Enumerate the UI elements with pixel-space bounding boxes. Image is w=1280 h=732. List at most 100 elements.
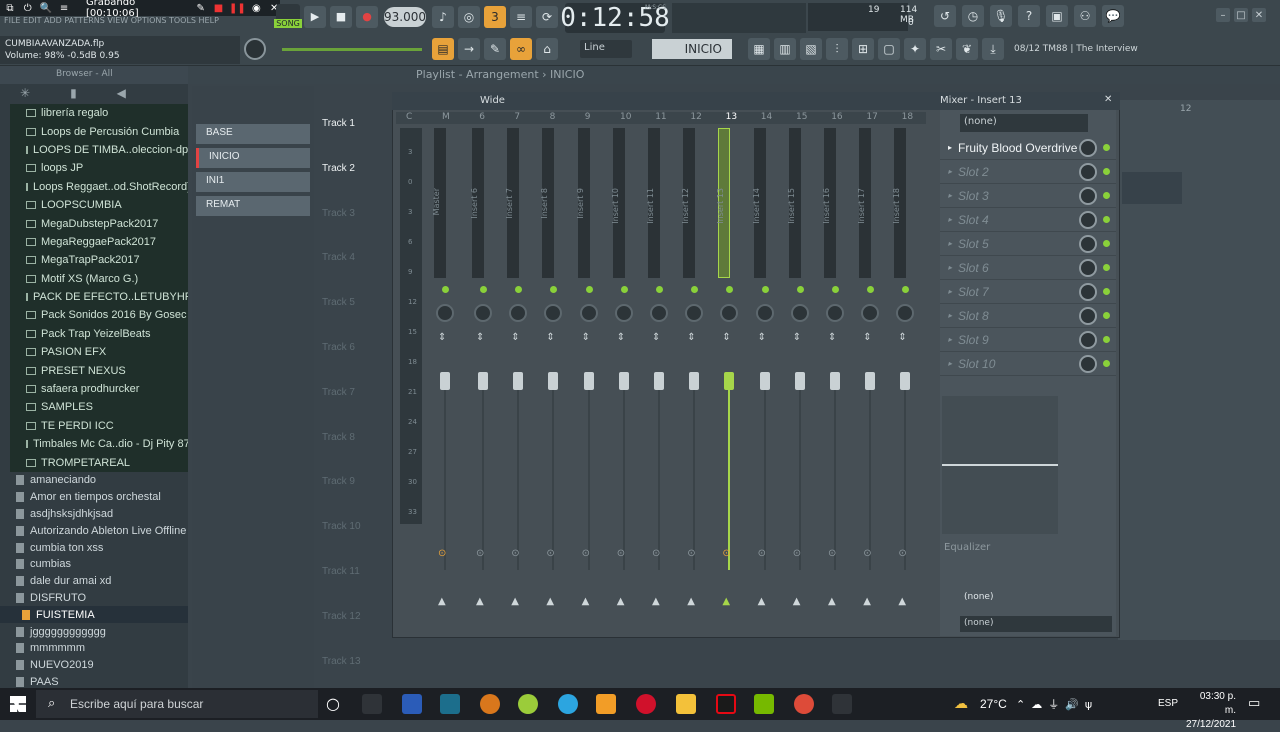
- send-arrow-icon[interactable]: ▲: [687, 596, 695, 607]
- mixer-strip[interactable]: ⇕ ⊙ ▲ Master: [430, 128, 464, 648]
- stereo-icon[interactable]: ⇕: [617, 332, 625, 343]
- mixer-strip[interactable]: ⇕ ⊙ ▲ Insert 18: [890, 128, 924, 648]
- pattern-clip[interactable]: [1122, 172, 1182, 204]
- midi-icon[interactable]: ⚇: [1074, 5, 1096, 27]
- send-arrow-icon[interactable]: ▲: [898, 596, 906, 607]
- browser-folder[interactable]: Motif XS (Marco G.): [10, 270, 188, 288]
- minimize-icon[interactable]: –: [1216, 8, 1230, 22]
- effect-slot[interactable]: ▸ Slot 9: [940, 328, 1116, 352]
- volume-fader[interactable]: [440, 372, 450, 390]
- volume-fader[interactable]: [618, 372, 629, 390]
- effect-slot[interactable]: ▸ Slot 8: [940, 304, 1116, 328]
- slot-mix-knob[interactable]: [1079, 138, 1097, 157]
- search-icon[interactable]: 🔍: [40, 1, 52, 15]
- volume-fader[interactable]: [865, 372, 876, 390]
- browser-folder[interactable]: PRESET NEXUS: [10, 361, 188, 379]
- mixer-strip[interactable]: ⇕ ⊙ ▲ Insert 6: [468, 128, 502, 648]
- mixer-strip[interactable]: ⇕ ⊙ ▲ Insert 14: [750, 128, 784, 648]
- telegram-icon[interactable]: [558, 694, 578, 714]
- mixer-view[interactable]: Wide: [480, 95, 505, 106]
- slot-enable-led[interactable]: [1103, 288, 1110, 295]
- plugin-icon[interactable]: ▢: [878, 38, 900, 60]
- strip-led[interactable]: [442, 286, 449, 293]
- mixer-strip[interactable]: ⇕ ⊙ ▲ Insert 11: [644, 128, 678, 648]
- volume-fader[interactable]: [724, 372, 735, 390]
- pattern-selector[interactable]: INICIO: [652, 39, 732, 59]
- browser-folder[interactable]: Loops Reggaet..od.ShotRecord): [10, 178, 188, 196]
- browser-file[interactable]: cumbias: [0, 556, 188, 573]
- slot-mix-knob[interactable]: [1079, 210, 1097, 229]
- help-icon[interactable]: ?: [1018, 5, 1040, 27]
- strip-led[interactable]: [691, 286, 699, 293]
- slot-mix-knob[interactable]: [1079, 258, 1097, 277]
- snap-select[interactable]: Line: [580, 40, 632, 58]
- volume-fader[interactable]: [478, 372, 488, 390]
- netflix-icon[interactable]: [716, 694, 736, 714]
- slot-enable-led[interactable]: [1103, 360, 1110, 367]
- browser-file[interactable]: Amor en tiempos orchestal: [0, 489, 188, 506]
- route-icon[interactable]: ⊙: [652, 548, 660, 559]
- stereo-icon[interactable]: ⇕: [511, 332, 519, 343]
- metronome-icon[interactable]: ♪: [432, 6, 454, 28]
- pen-icon[interactable]: ✎: [195, 1, 207, 15]
- slot-enable-led[interactable]: [1103, 168, 1110, 175]
- strip-led[interactable]: [515, 286, 523, 293]
- pan-knob[interactable]: [861, 304, 880, 322]
- mixer-strip[interactable]: ⇕ ⊙ ▲ Insert 7: [503, 128, 537, 648]
- route-icon[interactable]: ⊙: [546, 548, 554, 559]
- camera-icon[interactable]: ◉: [250, 1, 262, 15]
- bird-icon[interactable]: ❦: [956, 38, 978, 60]
- pan-knob[interactable]: [685, 304, 704, 322]
- effect-slot[interactable]: ▸ Fruity Blood Overdrive: [940, 136, 1116, 160]
- browser-folder[interactable]: PACK DE EFECTO..LETUBYHP TFM: [10, 288, 188, 306]
- pan-knob[interactable]: [826, 304, 844, 322]
- collapse-icon[interactable]: ✳: [20, 86, 30, 100]
- stereo-icon[interactable]: ⇕: [793, 332, 801, 343]
- track-header[interactable]: Track 2: [318, 157, 398, 202]
- slot-mix-knob[interactable]: [1079, 186, 1097, 205]
- news-ticker[interactable]: 08/12 TM88 | The Interview: [1014, 44, 1138, 54]
- mixer-strip[interactable]: ⇕ ⊙ ▲ Insert 17: [855, 128, 889, 648]
- mixer-strip[interactable]: ⇕ ⊙ ▲ Insert 15: [785, 128, 819, 648]
- send-arrow-icon[interactable]: ▲: [546, 596, 554, 607]
- clock[interactable]: 03:30 p. m. 27/12/2021: [1186, 690, 1236, 732]
- snipping-icon[interactable]: [440, 694, 460, 714]
- browser-file[interactable]: dale dur amai xd: [0, 573, 188, 590]
- eq-graph[interactable]: [942, 396, 1058, 534]
- volume-fader[interactable]: [513, 372, 524, 390]
- browser-file[interactable]: DISFRUTO: [0, 590, 188, 607]
- browser-folder[interactable]: LOOPSCUMBIA: [10, 196, 188, 214]
- send-arrow-icon[interactable]: ▲: [652, 596, 660, 607]
- effect-slot[interactable]: ▸ Slot 4: [940, 208, 1116, 232]
- loop-record-icon[interactable]: ⟳: [536, 6, 558, 28]
- send-arrow-icon[interactable]: ▲: [582, 596, 590, 607]
- slot-mix-knob[interactable]: [1079, 354, 1097, 373]
- language-indicator[interactable]: ESP: [1158, 698, 1178, 709]
- send-arrow-icon[interactable]: ▲: [793, 596, 801, 607]
- browser-folder[interactable]: loops JP: [10, 159, 188, 177]
- word-icon[interactable]: [402, 694, 422, 714]
- master-volume-knob[interactable]: [244, 38, 266, 60]
- stereo-icon[interactable]: ⇕: [546, 332, 554, 343]
- stereo-icon[interactable]: ⇕: [652, 332, 660, 343]
- app-icon[interactable]: [480, 694, 500, 714]
- download-icon[interactable]: ⤓: [982, 38, 1004, 60]
- task-view-icon[interactable]: ○: [326, 694, 340, 713]
- close-window-icon[interactable]: ✕: [1252, 8, 1266, 22]
- browser-file[interactable]: Autorizando Ableton Live Offline: [0, 522, 188, 539]
- stop-rec-icon[interactable]: ■: [213, 1, 225, 15]
- effect-slot[interactable]: ▸ Slot 10: [940, 352, 1116, 376]
- volume-fader[interactable]: [794, 372, 805, 390]
- route-icon[interactable]: ⊙: [828, 548, 836, 559]
- send-arrow-icon[interactable]: ▲: [863, 596, 871, 607]
- browser-folder[interactable]: PASION EFX: [10, 343, 188, 361]
- slot-mix-knob[interactable]: [1079, 306, 1097, 325]
- route-icon[interactable]: ⊙: [617, 548, 625, 559]
- route-icon[interactable]: ⊙: [722, 548, 730, 559]
- strip-led[interactable]: [796, 286, 804, 293]
- slot-enable-led[interactable]: [1103, 336, 1110, 343]
- effect-slot[interactable]: ▸ Slot 5: [940, 232, 1116, 256]
- browser-file[interactable]: cumbia ton xss: [0, 539, 188, 556]
- countdown-icon[interactable]: 3: [484, 6, 506, 28]
- strip-led[interactable]: [480, 286, 487, 293]
